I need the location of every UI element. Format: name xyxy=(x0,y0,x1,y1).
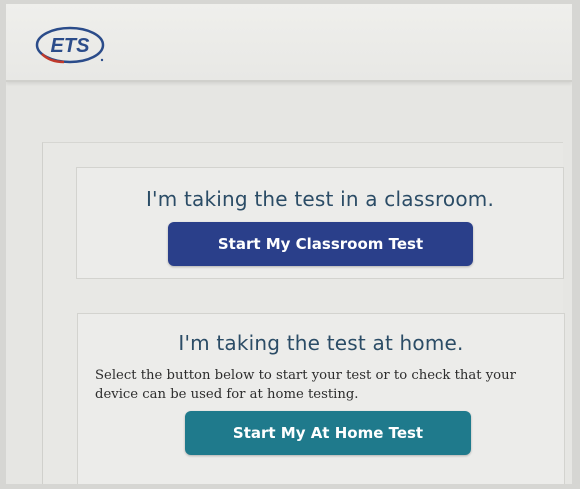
start-classroom-test-button[interactable]: Start My Classroom Test xyxy=(168,222,473,266)
home-heading: I'm taking the test at home. xyxy=(178,331,464,355)
home-description: Select the button below to start your te… xyxy=(95,368,516,402)
app-window: ETS I'm taking the test in a classroom. … xyxy=(6,4,572,484)
logo-text: ETS xyxy=(51,35,91,57)
ets-logo: ETS xyxy=(35,26,105,64)
home-card: I'm taking the test at home. Select the … xyxy=(77,313,565,484)
main-content: I'm taking the test in a classroom. Star… xyxy=(42,142,565,484)
classroom-card: I'm taking the test in a classroom. Star… xyxy=(76,167,564,279)
page-header: ETS xyxy=(6,4,572,82)
start-at-home-test-button[interactable]: Start My At Home Test xyxy=(185,411,471,455)
classroom-heading: I'm taking the test in a classroom. xyxy=(145,187,495,211)
